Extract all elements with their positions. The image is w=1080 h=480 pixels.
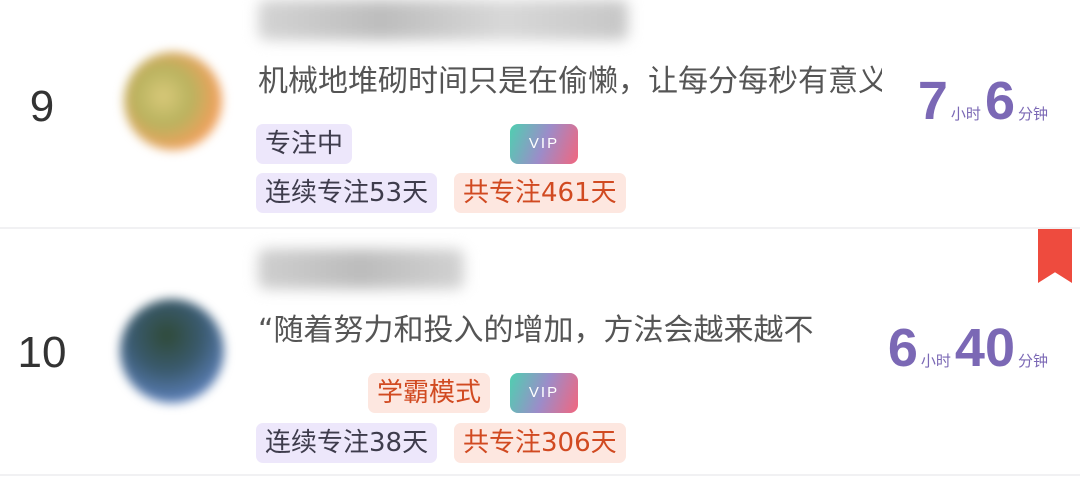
- streak-badge: 连续专注53天: [256, 173, 438, 213]
- streak-badge: 连续专注38天: [256, 423, 438, 463]
- leaderboard-row-9[interactable]: 9 机械地堆砌时间只是在偷懒，让每分每秒有意义 专注中 VIP 连续专注53天 …: [0, 0, 1080, 228]
- rank-number: 9: [29, 82, 55, 131]
- avatar[interactable]: [120, 299, 224, 403]
- total-days-badge: 共专注461天: [454, 173, 626, 213]
- username-blurred[interactable]: [258, 0, 628, 40]
- hours-unit: 小时: [920, 353, 951, 370]
- hours-value: 7: [917, 71, 948, 131]
- user-motto: 机械地堆砌时间只是在偷懒，让每分每秒有意义: [258, 64, 882, 99]
- status-badge-focusing: 专注中: [256, 124, 353, 164]
- focus-duration: 7 小时6 分钟: [918, 70, 1052, 132]
- minutes-value: 6: [984, 71, 1015, 131]
- minutes-unit: 分钟: [1017, 106, 1048, 123]
- minutes-value: 40: [954, 318, 1015, 378]
- avatar[interactable]: [124, 52, 222, 150]
- focus-duration: 6 小时40 分钟: [888, 317, 1052, 379]
- rank-number: 10: [17, 328, 67, 377]
- vip-badge: VIP: [510, 373, 578, 413]
- vip-badge: VIP: [510, 124, 578, 164]
- username-blurred[interactable]: [258, 249, 464, 289]
- hours-value: 6: [887, 318, 918, 378]
- user-motto: “随着努力和投入的增加，方法会越来越不: [258, 313, 814, 348]
- row-divider: [0, 474, 1080, 476]
- mode-badge: 学霸模式: [368, 373, 491, 413]
- minutes-unit: 分钟: [1017, 353, 1048, 370]
- hours-unit: 小时: [950, 106, 981, 123]
- leaderboard-row-10[interactable]: 10 “随着努力和投入的增加，方法会越来越不 学霸模式 VIP 连续专注38天 …: [0, 229, 1080, 475]
- total-days-badge: 共专注306天: [454, 423, 626, 463]
- bookmark-icon[interactable]: [1038, 229, 1072, 283]
